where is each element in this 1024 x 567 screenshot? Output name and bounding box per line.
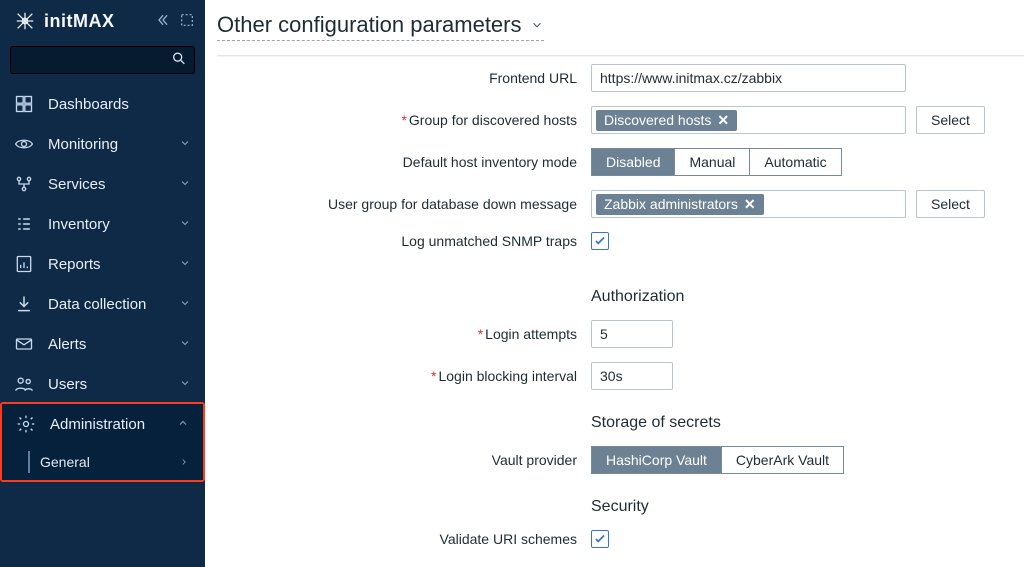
login-attempts-input[interactable] [591,320,673,348]
label-snmp-traps: Log unmatched SNMP traps [217,233,577,249]
label-inventory-mode: Default host inventory mode [217,154,577,170]
validate-uri-checkbox[interactable] [591,530,609,548]
label-login-block: *Login blocking interval [217,368,577,384]
sidebar-header: initMAX [0,0,205,40]
chevron-down-icon [179,336,191,352]
page-title-dropdown[interactable]: Other configuration parameters [217,12,544,41]
sidebar-item-inventory[interactable]: Inventory [0,204,205,244]
inventory-icon [14,214,34,234]
collapse-sidebar-icon[interactable] [155,12,171,31]
main: Other configuration parameters Frontend … [205,0,1024,567]
sidebar-highlight: Administration General [0,402,205,482]
sidebar: initMAX Dashboards Monitoring [0,0,205,567]
sidebar-item-label: Inventory [48,216,165,233]
label-group-discovered: *Group for discovered hosts [217,112,577,128]
sidebar-item-label: Dashboards [48,96,191,113]
chevron-down-icon [179,136,191,152]
data-collection-icon [14,294,34,314]
sidebar-item-label: Monitoring [48,136,165,153]
label-frontend-url: Frontend URL [217,70,577,86]
sidebar-item-monitoring[interactable]: Monitoring [0,124,205,164]
sidebar-item-label: Alerts [48,336,165,353]
db-down-group-multiselect[interactable]: Zabbix administrators ✕ [591,190,906,218]
select-group-button[interactable]: Select [916,106,985,134]
config-form: Frontend URL *Group for discovered hosts… [217,64,1024,548]
services-icon [14,174,34,194]
monitoring-icon [14,134,34,154]
label-db-down-group: User group for database down message [217,196,577,212]
vault-provider-segmented: HashiCorp Vault CyberArk Vault [591,446,844,474]
divider [217,55,1024,56]
sidebar-item-label: Administration [50,416,163,433]
group-discovered-multiselect[interactable]: Discovered hosts ✕ [591,106,906,134]
sidebar-nav: Dashboards Monitoring Services Inventory [0,84,205,404]
sidebar-item-label: Data collection [48,296,165,313]
chevron-up-icon [177,416,189,432]
inventory-mode-disabled[interactable]: Disabled [591,148,675,176]
remove-tag-icon[interactable]: ✕ [717,112,729,129]
vault-cyberark[interactable]: CyberArk Vault [722,446,844,474]
sidebar-item-administration[interactable]: Administration [2,404,203,444]
inventory-mode-segmented: Disabled Manual Automatic [591,148,842,176]
label-validate-uri: Validate URI schemes [217,531,577,547]
kiosk-mode-icon[interactable] [179,12,195,31]
brand-logo-icon [14,10,36,32]
select-db-group-button[interactable]: Select [916,190,985,218]
tag-zabbix-admins[interactable]: Zabbix administrators ✕ [596,194,764,215]
section-security: Security [591,488,1024,516]
tag-discovered-hosts[interactable]: Discovered hosts ✕ [596,110,737,131]
sidebar-item-reports[interactable]: Reports [0,244,205,284]
chevron-down-icon [179,376,191,392]
login-block-input[interactable] [591,362,673,390]
sidebar-sub-label: General [40,454,169,470]
search-icon[interactable] [171,51,187,70]
chevron-down-icon [530,12,544,38]
inventory-mode-manual[interactable]: Manual [675,148,750,176]
alerts-icon [14,334,34,354]
dashboards-icon [14,94,34,114]
gear-icon [16,414,36,434]
section-storage: Storage of secrets [591,404,1024,432]
brand-name: initMAX [44,11,115,32]
snmp-traps-checkbox[interactable] [591,232,609,250]
sidebar-item-data-collection[interactable]: Data collection [0,284,205,324]
sidebar-search [10,46,195,74]
sidebar-item-label: Services [48,176,165,193]
sidebar-item-label: Users [48,376,165,393]
sidebar-item-label: Reports [48,256,165,273]
chevron-down-icon [179,296,191,312]
sidebar-item-alerts[interactable]: Alerts [0,324,205,364]
label-login-attempts: *Login attempts [217,326,577,342]
inventory-mode-automatic[interactable]: Automatic [750,148,841,176]
chevron-down-icon [179,216,191,232]
chevron-right-icon [179,454,189,470]
sidebar-item-services[interactable]: Services [0,164,205,204]
reports-icon [14,254,34,274]
frontend-url-input[interactable] [591,64,906,92]
vault-hashicorp[interactable]: HashiCorp Vault [591,446,722,474]
label-vault-provider: Vault provider [217,452,577,468]
chevron-down-icon [179,176,191,192]
remove-tag-icon[interactable]: ✕ [744,196,756,213]
sidebar-item-dashboards[interactable]: Dashboards [0,84,205,124]
search-input[interactable] [10,46,195,74]
chevron-down-icon [179,256,191,272]
section-authorization: Authorization [591,278,1024,306]
sidebar-sub-general[interactable]: General [2,444,203,480]
active-indicator [28,451,30,473]
sidebar-item-users[interactable]: Users [0,364,205,404]
users-icon [14,374,34,394]
page-title-text: Other configuration parameters [217,12,522,38]
